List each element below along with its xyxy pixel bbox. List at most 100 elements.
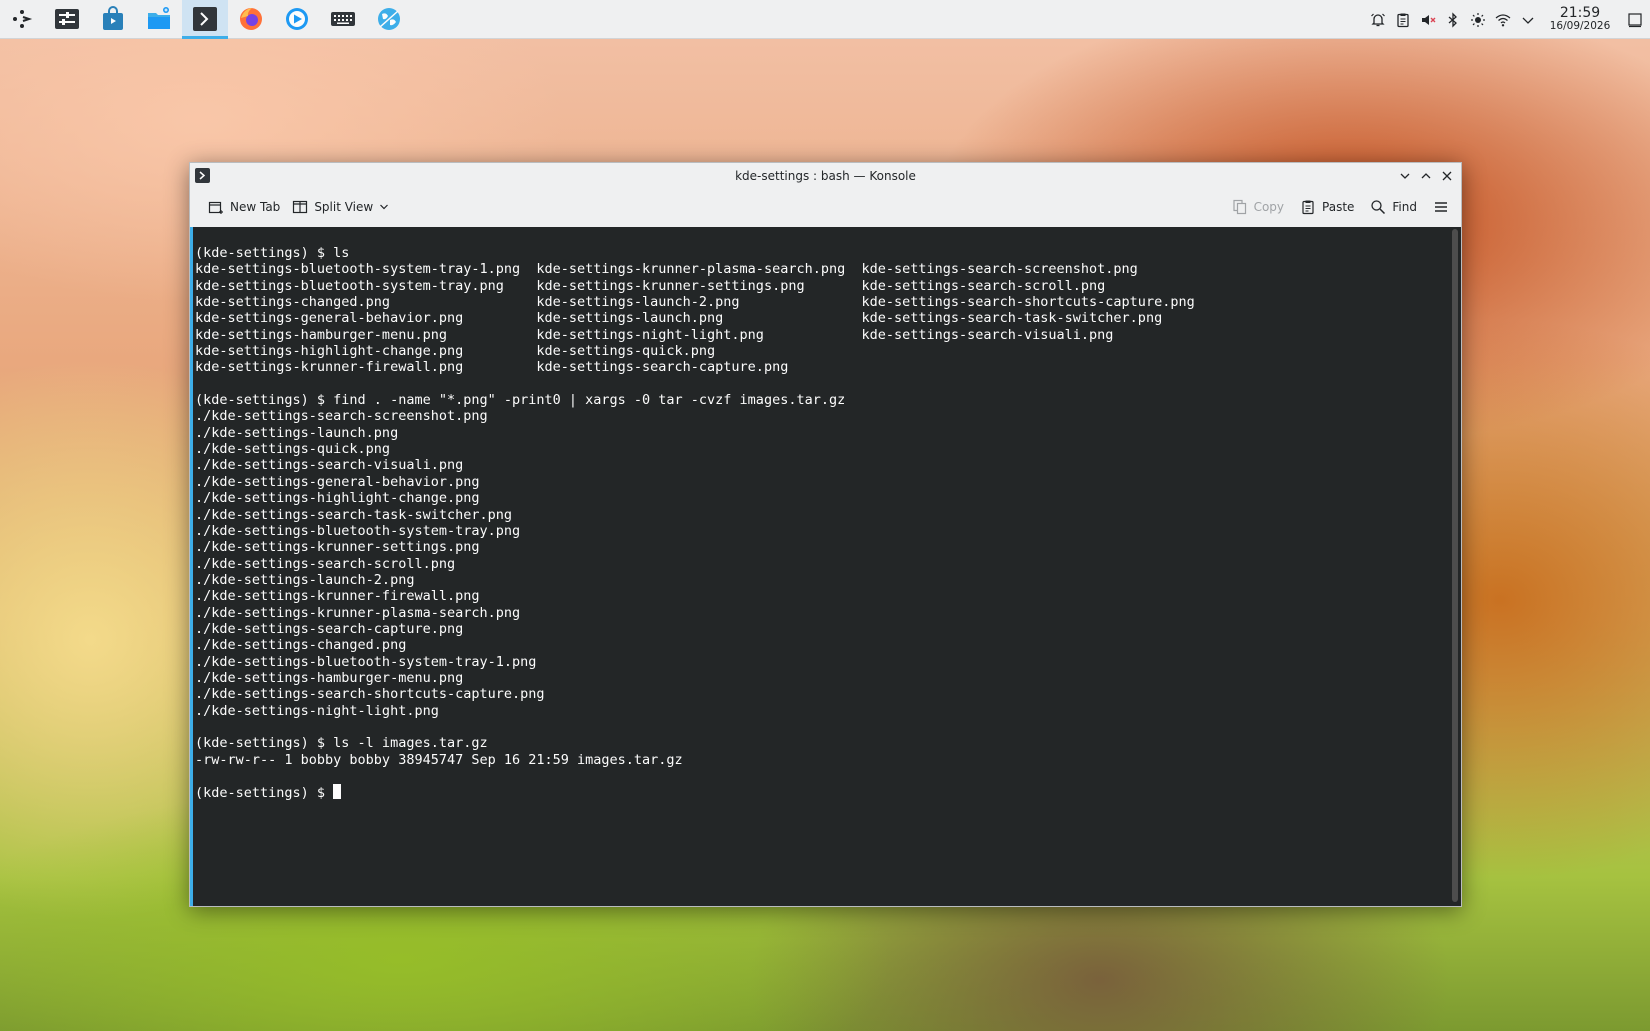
clock-time: 21:59	[1559, 5, 1601, 22]
new-tab-button[interactable]: New Tab	[202, 193, 286, 221]
show-desktop-icon	[1628, 12, 1642, 27]
network-button[interactable]	[1490, 0, 1515, 39]
terminal-line: kde-settings-bluetooth-system-tray.png k…	[195, 277, 1106, 294]
konsole-terminal-icon	[193, 7, 217, 31]
minimize-chevron-icon	[1400, 173, 1409, 179]
konsole-window: kde-settings : bash — Konsole New Tab Sp…	[189, 162, 1462, 907]
terminal-line: ./kde-settings-search-task-switcher.png	[195, 506, 512, 523]
keyboard-settings-icon	[331, 12, 355, 26]
window-controls	[1394, 163, 1457, 188]
terminal-line: ./kde-settings-krunner-firewall.png	[195, 588, 480, 605]
terminal-line: ./kde-settings-bluetooth-system-tray.png	[195, 522, 521, 539]
split-view-icon	[293, 200, 308, 214]
web-browser-globe-icon	[378, 8, 400, 30]
hamburger-menu-button[interactable]	[1427, 193, 1455, 221]
notifications-button[interactable]	[1365, 0, 1390, 39]
copy-icon	[1232, 199, 1246, 215]
task-web-browser[interactable]	[366, 0, 412, 39]
discover-store-icon	[103, 6, 123, 30]
digital-clock[interactable]: 21:59 16/09/2026	[1544, 5, 1616, 33]
brightness-button[interactable]	[1465, 0, 1490, 39]
application-launcher-button[interactable]	[0, 0, 44, 39]
terminal-view[interactable]: (kde-settings) $ ls kde-settings-bluetoot…	[190, 227, 1461, 906]
terminal-prompt: (kde-settings) $	[195, 785, 334, 802]
maximize-button[interactable]	[1415, 165, 1436, 186]
terminal-output: (kde-settings) $ ls kde-settings-bluetoot…	[195, 245, 1195, 801]
expand-tray-chevron-icon	[1522, 17, 1533, 24]
terminal-line: ./kde-settings-changed.png	[195, 637, 407, 654]
task-system-settings[interactable]	[44, 0, 90, 39]
new-tab-icon	[208, 201, 223, 214]
terminal-line: (kde-settings) $ find . -name "*.png" -p…	[195, 392, 846, 409]
window-app-icon[interactable]	[195, 168, 210, 183]
system-tray: 21:59 16/09/2026	[1365, 0, 1650, 39]
terminal-line: kde-settings-bluetooth-system-tray-1.png…	[195, 261, 1138, 278]
show-desktop-button[interactable]	[1620, 0, 1650, 39]
terminal-line: ./kde-settings-search-visuali.png	[195, 457, 464, 474]
konsole-terminal-icon	[199, 171, 206, 180]
terminal-line: ./kde-settings-search-capture.png	[195, 620, 464, 637]
window-title: kde-settings : bash — Konsole	[735, 168, 916, 183]
brightness-icon	[1470, 12, 1485, 27]
terminal-line: ./kde-settings-launch-2.png	[195, 571, 415, 588]
terminal-line: ./kde-settings-highlight-change.png	[195, 490, 480, 507]
terminal-cursor	[333, 784, 342, 800]
firefox-icon	[240, 8, 262, 30]
clock-date: 16/09/2026	[1549, 20, 1611, 33]
bluetooth-icon	[1448, 11, 1457, 28]
paste-button[interactable]: Paste	[1294, 193, 1360, 221]
terminal-line: kde-settings-hamburger-menu.png kde-sett…	[195, 326, 1114, 343]
terminal-line: ./kde-settings-search-scroll.png	[195, 555, 456, 572]
system-settings-icon	[55, 9, 79, 29]
task-konsole[interactable]	[182, 0, 228, 39]
volume-button[interactable]	[1415, 0, 1440, 39]
terminal-line: ./kde-settings-search-screenshot.png	[195, 408, 488, 425]
maximize-chevron-icon	[1421, 172, 1430, 178]
find-button[interactable]: Find	[1364, 193, 1423, 221]
top-panel: 21:59 16/09/2026	[0, 0, 1650, 39]
terminal-line: kde-settings-general-behavior.png kde-se…	[195, 310, 1163, 327]
terminal-line: ./kde-settings-krunner-plasma-search.png	[195, 604, 521, 621]
minimize-button[interactable]	[1394, 165, 1415, 186]
task-discover[interactable]	[90, 0, 136, 39]
chevron-down-icon	[380, 204, 389, 210]
close-icon	[1442, 171, 1451, 180]
task-dolphin[interactable]	[136, 0, 182, 39]
close-button[interactable]	[1436, 165, 1457, 186]
clipboard-button[interactable]	[1390, 0, 1415, 39]
terminal-line: ./kde-settings-hamburger-menu.png	[195, 669, 464, 686]
copy-button[interactable]: Copy	[1226, 193, 1290, 221]
find-label: Find	[1392, 200, 1417, 214]
terminal-line: ./kde-settings-general-behavior.png	[195, 473, 480, 490]
paste-icon	[1302, 200, 1314, 215]
task-media-player[interactable]	[274, 0, 320, 39]
bluetooth-button[interactable]	[1440, 0, 1465, 39]
terminal-line: ./kde-settings-launch.png	[195, 424, 399, 441]
task-keyboard[interactable]	[320, 0, 366, 39]
media-player-icon	[286, 8, 308, 30]
clipboard-icon	[1396, 13, 1409, 27]
terminal-line: (kde-settings) $ ls -l images.tar.gz	[195, 735, 488, 752]
wifi-icon	[1495, 13, 1510, 26]
notifications-icon	[1370, 13, 1385, 26]
split-view-label: Split View	[314, 200, 374, 214]
terminal-line: (kde-settings) $ ls	[195, 245, 350, 261]
new-tab-label: New Tab	[230, 200, 281, 214]
terminal-line: -rw-rw-r-- 1 bobby bobby 38945747 Sep 16…	[195, 751, 683, 768]
expand-tray-button[interactable]	[1515, 0, 1540, 39]
terminal-scrollbar[interactable]	[1452, 229, 1458, 902]
terminal-prompt-line: (kde-settings) $	[195, 784, 1195, 802]
terminal-line: ./kde-settings-night-light.png	[195, 702, 439, 719]
terminal-line: ./kde-settings-bluetooth-system-tray-1.p…	[195, 653, 537, 670]
task-firefox[interactable]	[228, 0, 274, 39]
split-view-button[interactable]: Split View	[286, 193, 395, 221]
terminal-line: ./kde-settings-search-shortcuts-capture.…	[195, 686, 545, 703]
copy-label: Copy	[1253, 200, 1285, 214]
window-titlebar[interactable]: kde-settings : bash — Konsole	[190, 163, 1461, 188]
search-icon	[1371, 200, 1386, 215]
terminal-line: ./kde-settings-krunner-settings.png	[195, 539, 480, 556]
kde-application-launcher-icon	[13, 10, 33, 28]
